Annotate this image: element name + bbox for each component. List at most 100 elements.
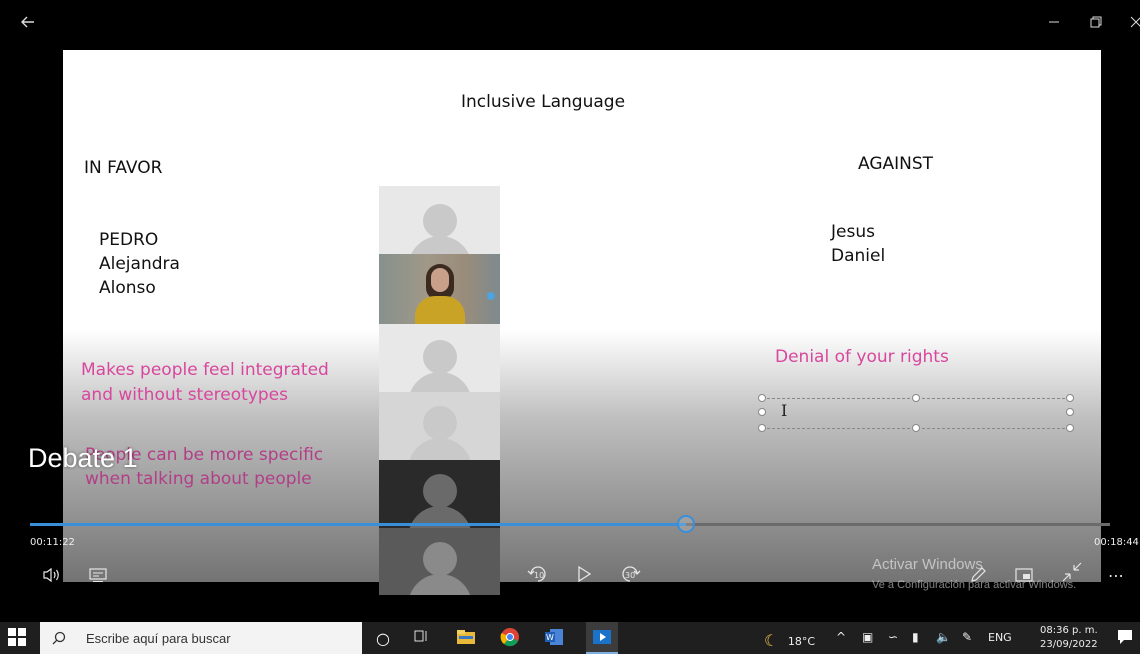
avatar-body-icon xyxy=(408,236,472,254)
close-icon xyxy=(1130,16,1140,28)
clock[interactable]: 08:36 p. m. 23/09/2022 xyxy=(1040,624,1098,652)
forward-seconds: 30 xyxy=(625,571,636,580)
minimize-button[interactable] xyxy=(1042,10,1066,34)
selection-handle[interactable] xyxy=(1066,424,1074,432)
wifi-button[interactable]: ∽ xyxy=(888,630,898,644)
name-daniel: Daniel xyxy=(831,246,886,266)
name-pedro: PEDRO xyxy=(99,230,159,250)
play-button[interactable] xyxy=(572,562,596,586)
title-bar xyxy=(0,0,1140,50)
pen-icon: ✎ xyxy=(962,630,973,644)
participant-strip xyxy=(379,186,500,595)
participant-tile[interactable] xyxy=(379,186,500,254)
avatar-body-icon xyxy=(408,372,472,392)
movies-tv-button[interactable] xyxy=(586,622,618,654)
participant-tile[interactable] xyxy=(379,460,500,528)
clock-time: 08:36 p. m. xyxy=(1040,625,1098,636)
more-icon: ⋯ xyxy=(1108,565,1124,585)
search-icon xyxy=(52,631,66,645)
task-view-button[interactable] xyxy=(412,628,434,648)
selection-handle[interactable] xyxy=(1066,394,1074,402)
cortana-icon: ○ xyxy=(376,628,390,648)
chrome-icon xyxy=(500,628,519,647)
selection-handle[interactable] xyxy=(758,394,766,402)
task-view-icon xyxy=(414,630,427,642)
taskbar: Escribe aquí para buscar ○ W ☾ 18°C ^ ▣ … xyxy=(0,622,1140,654)
slide-title: Inclusive Language xyxy=(461,92,626,112)
restore-icon xyxy=(1090,16,1102,28)
in-favor-heading: IN FAVOR xyxy=(84,158,163,178)
selection-handle[interactable] xyxy=(912,394,920,402)
exit-fullscreen-icon xyxy=(1062,562,1082,582)
miniplayer-icon xyxy=(1015,568,1033,582)
name-alejandra: Alejandra xyxy=(99,254,180,274)
rewind-seconds: 10 xyxy=(534,571,545,580)
battery-button[interactable]: ▮ xyxy=(912,630,919,644)
pen-button[interactable]: ✎ xyxy=(962,630,972,644)
video-frame[interactable]: Inclusive Language IN FAVOR PEDRO Alejan… xyxy=(63,50,1101,582)
start-button[interactable] xyxy=(8,628,30,648)
participant-tile[interactable] xyxy=(379,528,500,595)
text-selection-box[interactable]: I xyxy=(758,394,1074,432)
participant-tile[interactable] xyxy=(379,324,500,392)
name-jesus: Jesus xyxy=(831,222,875,242)
captions-button[interactable] xyxy=(86,563,110,587)
avatar-icon xyxy=(423,340,457,374)
avatar-body-icon xyxy=(408,438,472,460)
notifications-button[interactable] xyxy=(1116,628,1136,648)
back-button[interactable] xyxy=(16,10,40,34)
seek-bar[interactable] xyxy=(30,515,1110,533)
seek-thumb[interactable] xyxy=(677,515,695,533)
restore-button[interactable] xyxy=(1084,10,1108,34)
taskbar-search[interactable]: Escribe aquí para buscar xyxy=(40,622,362,654)
speaker-icon xyxy=(43,567,59,583)
language-indicator[interactable]: ENG xyxy=(988,631,1012,644)
against-names: Jesus Daniel xyxy=(831,220,885,268)
search-placeholder: Escribe aquí para buscar xyxy=(86,631,231,646)
video-title: Debate 1 xyxy=(28,443,138,473)
participant-tile[interactable] xyxy=(379,392,500,460)
more-button[interactable]: ⋯ xyxy=(1104,563,1128,587)
favor-point-1: Makes people feel integrated and without… xyxy=(81,358,329,408)
volume-button[interactable] xyxy=(40,563,64,587)
selection-handle[interactable] xyxy=(758,408,766,416)
show-hidden-icons-button[interactable]: ^ xyxy=(836,630,846,644)
selection-handle[interactable] xyxy=(912,424,920,432)
current-time: 00:11:22 xyxy=(30,537,75,548)
participant-video-tile[interactable] xyxy=(379,254,500,324)
chrome-button[interactable] xyxy=(500,627,524,649)
avatar-icon xyxy=(423,204,457,238)
play-icon xyxy=(578,566,591,582)
avatar-body-icon xyxy=(408,574,472,595)
participant-face xyxy=(431,268,449,292)
text-cursor-icon: I xyxy=(781,401,788,420)
word-icon: W xyxy=(545,629,563,645)
miniplayer-button[interactable] xyxy=(1012,563,1036,587)
exit-fullscreen-button[interactable] xyxy=(1058,558,1086,586)
selection-handle[interactable] xyxy=(758,424,766,432)
cortana-button[interactable]: ○ xyxy=(372,628,394,648)
movies-tv-icon xyxy=(593,630,611,644)
moon-icon: ☾ xyxy=(764,631,779,650)
forward-button[interactable]: 30 xyxy=(618,562,642,586)
close-button[interactable] xyxy=(1124,10,1140,34)
favor-point-1-line-1: Makes people feel integrated xyxy=(81,360,329,380)
meet-now-button[interactable]: ▣ xyxy=(862,630,873,644)
favor-point-1-line-2: and without stereotypes xyxy=(81,385,288,405)
avatar-icon xyxy=(423,542,457,576)
selection-handle[interactable] xyxy=(1066,408,1074,416)
chevron-up-icon: ^ xyxy=(836,630,847,644)
total-time: 00:18:44 xyxy=(1094,537,1139,548)
word-button[interactable]: W xyxy=(544,627,568,649)
weather-widget[interactable]: ☾ 18°C xyxy=(764,630,815,650)
volume-tray-button[interactable]: 🔈 xyxy=(936,630,951,644)
seek-progress xyxy=(30,523,686,526)
file-explorer-button[interactable] xyxy=(456,628,478,648)
against-point: Denial of your rights xyxy=(775,347,949,367)
pencil-icon xyxy=(971,567,986,582)
minimize-icon xyxy=(1049,21,1059,23)
rewind-button[interactable]: 10 xyxy=(526,562,550,586)
edit-button[interactable] xyxy=(966,563,990,587)
notification-icon xyxy=(1118,630,1132,644)
participant-shirt xyxy=(415,296,465,324)
